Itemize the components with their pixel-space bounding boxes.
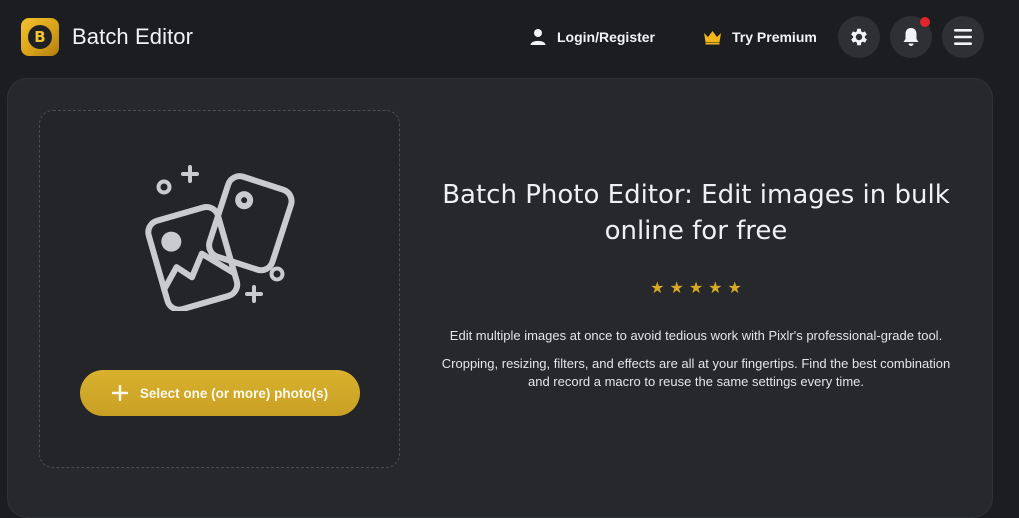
main-panel: Select one (or more) photo(s) Batch Phot… xyxy=(7,78,993,518)
star-icon: ★ xyxy=(650,278,665,297)
select-photos-button[interactable]: Select one (or more) photo(s) xyxy=(80,370,360,416)
description-paragraph-2: Cropping, resizing, filters, and effects… xyxy=(441,356,951,389)
notification-badge xyxy=(920,17,930,27)
top-bar: B Batch Editor Login/Register Try Premiu… xyxy=(0,0,1019,76)
description-paragraph-1: Edit multiple images at once to avoid te… xyxy=(449,328,943,343)
rating-stars: ★ ★ ★ ★ ★ xyxy=(418,279,974,297)
photo-dropzone[interactable]: Select one (or more) photo(s) xyxy=(39,110,400,468)
gear-icon xyxy=(851,28,867,46)
star-icon: ★ xyxy=(669,278,684,297)
select-photos-label: Select one (or more) photo(s) xyxy=(139,385,329,401)
plus-icon xyxy=(111,385,128,401)
login-register-link[interactable]: Login/Register xyxy=(529,26,655,48)
star-icon: ★ xyxy=(688,278,704,297)
try-premium-label: Try Premium xyxy=(732,29,817,45)
settings-button[interactable] xyxy=(838,16,880,58)
bell-icon xyxy=(903,28,919,46)
brand[interactable]: B Batch Editor xyxy=(21,18,193,56)
crown-icon xyxy=(704,30,721,44)
hamburger-menu-icon xyxy=(954,29,972,45)
login-register-label: Login/Register xyxy=(557,29,656,45)
star-icon: ★ xyxy=(708,278,723,297)
user-icon xyxy=(530,29,546,45)
logo-letter: B xyxy=(28,25,52,49)
app-title: Batch Editor xyxy=(72,24,194,49)
page-title: Batch Photo Editor: Edit images in bulk … xyxy=(442,180,950,246)
photos-stack-icon xyxy=(145,165,295,311)
notifications-button[interactable] xyxy=(890,16,932,58)
star-icon: ★ xyxy=(727,278,742,297)
hero-section: Batch Photo Editor: Edit images in bulk … xyxy=(418,177,974,401)
try-premium-link[interactable]: Try Premium xyxy=(703,26,817,48)
main-menu-button[interactable] xyxy=(942,16,984,58)
batch-editor-logo-icon: B xyxy=(21,18,59,56)
description: Edit multiple images at once to avoid te… xyxy=(418,327,974,391)
